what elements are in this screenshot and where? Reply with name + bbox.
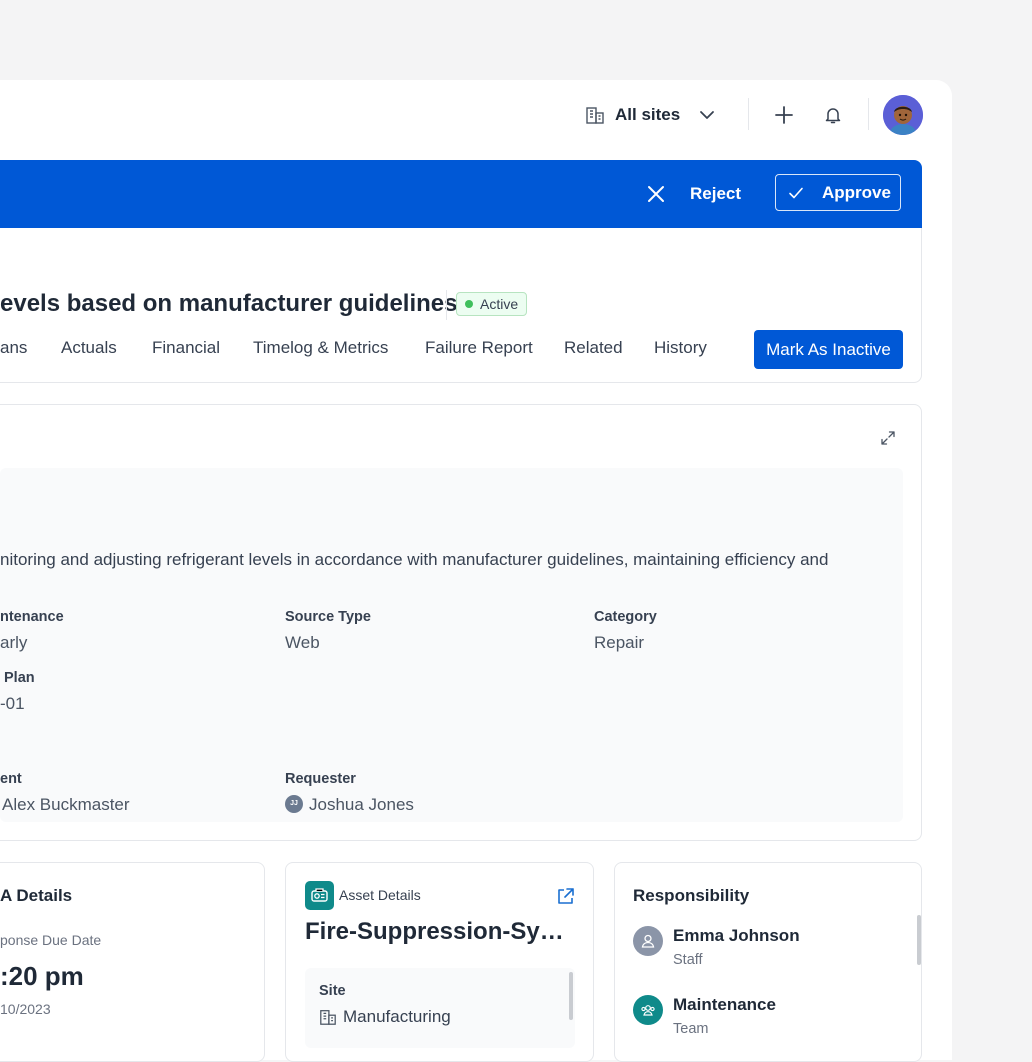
topbar-divider [748, 98, 749, 130]
tab-history[interactable]: History [654, 338, 707, 358]
responsibility-title: Responsibility [633, 886, 750, 905]
asset-site-value: Manufacturing [319, 1007, 451, 1027]
requester-label: Requester [285, 771, 356, 787]
check-icon [789, 187, 803, 198]
title-divider [446, 290, 447, 320]
source-type-label: Source Type [285, 609, 371, 625]
status-badge: Active [456, 292, 528, 316]
chevron-down-icon [700, 111, 715, 119]
open-asset-button[interactable] [555, 886, 575, 906]
bell-icon [825, 108, 841, 124]
team-name: Maintenance [673, 995, 776, 1014]
details-body [0, 468, 903, 822]
close-icon [648, 186, 664, 202]
asset-site-label: Site [319, 983, 346, 999]
tab-plans[interactable]: ans [0, 338, 27, 358]
maintenance-value: arly [0, 633, 28, 652]
response-due-date: 10/2023 [0, 1001, 51, 1017]
assignment-value: Alex Buckmaster [2, 795, 130, 814]
asset-site-name: Manufacturing [343, 1007, 451, 1026]
status-label: Active [480, 296, 519, 312]
expand-icon [881, 431, 895, 445]
mark-inactive-button[interactable]: Mark As Inactive [754, 330, 903, 369]
external-link-icon [557, 887, 574, 904]
person-name: Emma Johnson [673, 926, 800, 945]
tab-failure-report[interactable]: Failure Report [425, 338, 533, 358]
responsibility-scrollbar[interactable] [917, 915, 921, 965]
plan-label: Plan [4, 670, 35, 686]
asset-card-title: Asset Details [339, 887, 421, 903]
team-icon [633, 995, 663, 1025]
notifications-button[interactable] [822, 104, 844, 126]
sla-card-title: A Details [0, 886, 73, 905]
tab-related[interactable]: Related [564, 338, 623, 358]
asset-name[interactable]: Fire-Suppression-System [305, 918, 569, 946]
category-value: Repair [594, 633, 645, 652]
requester-value: JJ Joshua Jones [285, 794, 414, 815]
tab-timelog-metrics[interactable]: Timelog & Metrics [253, 338, 388, 358]
asset-icon [305, 881, 334, 910]
plus-icon [775, 106, 793, 124]
source-type-value: Web [285, 633, 320, 652]
status-dot [465, 300, 473, 308]
response-due-time: :20 pm [0, 961, 84, 991]
add-button[interactable] [773, 104, 795, 126]
maintenance-label: ntenance [0, 609, 64, 625]
team-role: Team [673, 1021, 709, 1037]
response-due-label: ponse Due Date [0, 932, 102, 948]
tab-actuals[interactable]: Actuals [61, 338, 117, 358]
expand-button[interactable] [880, 430, 896, 451]
reject-label: Reject [690, 184, 742, 203]
avatar[interactable] [883, 95, 923, 135]
tab-financial[interactable]: Financial [152, 338, 220, 358]
description-text: nitoring and adjusting refrigerant level… [0, 550, 829, 569]
category-label: Category [594, 609, 657, 625]
site-selector-label: All sites [615, 105, 681, 124]
plan-value: -01 [0, 694, 25, 713]
building-icon [586, 107, 604, 124]
building-icon [320, 1010, 336, 1025]
responsible-team[interactable]: Maintenance Team [633, 995, 776, 1037]
site-selector[interactable]: All sites [585, 103, 716, 127]
requester-avatar: JJ [285, 794, 303, 813]
requester-name: Joshua Jones [309, 795, 414, 814]
assignment-label: ent [0, 771, 22, 787]
approve-button[interactable]: Approve [775, 174, 901, 211]
approve-label: Approve [822, 182, 891, 202]
person-role: Staff [673, 952, 703, 968]
user-avatar-icon [633, 926, 663, 956]
asset-scrollbar[interactable] [569, 972, 573, 1020]
responsible-person[interactable]: Emma Johnson Staff [633, 926, 800, 968]
topbar-divider [868, 98, 869, 130]
page-title: evels based on manufacturer guidelines. [0, 290, 465, 317]
reject-button[interactable]: Reject [646, 180, 741, 208]
